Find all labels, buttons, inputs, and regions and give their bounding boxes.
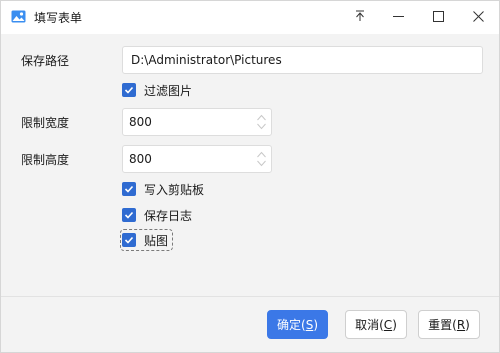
checkmark-icon (122, 182, 136, 196)
save-path-value: D:\Administrator\Pictures (131, 53, 282, 67)
close-icon (472, 10, 484, 25)
ok-button-label: 确定( (277, 318, 306, 332)
pin-icon (354, 10, 366, 25)
close-button[interactable] (459, 1, 497, 34)
dialog-window: 填写表单 保存路径 D:\Administrator\Pictures 过滤图片… (0, 0, 500, 353)
write-clipboard-label: 写入剪贴板 (144, 182, 205, 197)
save-path-input[interactable]: D:\Administrator\Pictures (122, 46, 483, 74)
save-path-label: 保存路径 (21, 54, 70, 68)
maximize-icon (432, 10, 444, 25)
image-icon (11, 10, 26, 23)
checkmark-icon (122, 208, 136, 222)
ok-button[interactable]: 确定(S) (267, 310, 328, 339)
max-height-spinbox[interactable]: 800 (122, 145, 272, 173)
cancel-button-label: 取消( (355, 318, 384, 332)
cancel-button-paren: ) (392, 317, 397, 332)
max-width-spinbox[interactable]: 800 (122, 108, 272, 136)
max-height-label: 限制高度 (21, 153, 70, 167)
checkmark-icon (122, 233, 136, 247)
filter-images-label: 过滤图片 (144, 83, 193, 98)
save-log-checkbox[interactable]: 保存日志 (122, 206, 192, 224)
spin-arrows-icon[interactable] (256, 150, 267, 168)
ok-button-accel: S (305, 317, 314, 332)
cancel-button[interactable]: 取消(C) (345, 310, 407, 339)
write-clipboard-checkbox[interactable]: 写入剪贴板 (122, 180, 204, 198)
minimize-button[interactable] (379, 1, 417, 34)
ok-button-paren: ) (313, 317, 318, 332)
minimize-icon (392, 11, 404, 25)
max-width-value: 800 (129, 115, 152, 129)
save-log-label: 保存日志 (144, 208, 193, 223)
max-height-value: 800 (129, 152, 152, 166)
checkmark-icon (122, 83, 136, 97)
pin-button[interactable] (341, 1, 379, 34)
paste-image-label: 贴图 (144, 233, 169, 248)
reset-button[interactable]: 重置(R) (418, 310, 480, 339)
max-width-label: 限制宽度 (21, 116, 70, 130)
filter-images-checkbox[interactable]: 过滤图片 (122, 81, 192, 99)
reset-button-paren: ) (465, 317, 470, 332)
paste-image-checkbox[interactable]: 贴图 (119, 229, 174, 251)
window-title: 填写表单 (34, 11, 83, 25)
form-area: 保存路径 D:\Administrator\Pictures 过滤图片 限制宽度… (1, 34, 499, 296)
reset-button-label: 重置( (428, 318, 457, 332)
button-bar: 确定(S) 取消(C) 重置(R) (1, 296, 499, 352)
maximize-button[interactable] (419, 1, 457, 34)
spin-arrows-icon[interactable] (256, 113, 267, 131)
cancel-button-accel: C (383, 317, 393, 332)
title-bar: 填写表单 (1, 1, 499, 34)
reset-button-accel: R (456, 317, 466, 332)
